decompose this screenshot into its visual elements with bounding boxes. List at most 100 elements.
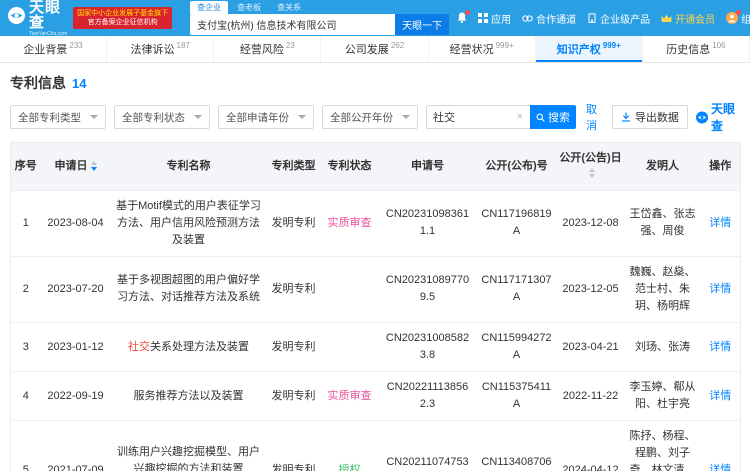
cell-publication-number: CN117196819A xyxy=(476,189,557,257)
crown-icon xyxy=(661,14,672,23)
chevron-down-icon xyxy=(402,115,410,119)
search-tab-2[interactable]: 查关系 xyxy=(270,1,308,14)
section-title: 专利信息 xyxy=(10,75,66,91)
tianyancha-logo[interactable]: 天眼查 TianYanCha.com xyxy=(8,0,67,37)
nav-tab-6[interactable]: 历史信息 106 xyxy=(643,36,750,62)
patent-name-part: 基于多视图超图的用户偏好学习方法、对话推荐方法及系统 xyxy=(117,274,260,304)
keyword-input[interactable] xyxy=(433,111,516,123)
column-header-label: 专利状态 xyxy=(327,159,372,172)
cell-publication-number: CN117171307A xyxy=(476,255,557,323)
download-icon xyxy=(621,112,630,122)
menu-item-3[interactable]: 企业级产品 xyxy=(587,11,650,26)
column-header-publication-date[interactable]: 公开(公告)日 xyxy=(556,142,625,191)
cancel-filter-button[interactable]: 取消 xyxy=(586,101,604,133)
nav-tab-count: 106 xyxy=(712,41,726,50)
search-tab-1[interactable]: 查老板 xyxy=(230,1,268,14)
menu-item-4[interactable]: 开通会员 xyxy=(661,11,715,26)
column-header-application-number: 申请号 xyxy=(378,142,477,191)
cell-index: 4 xyxy=(10,371,41,421)
column-header-apply-date[interactable]: 申请日 xyxy=(40,142,111,191)
filter-search-button[interactable]: 搜索 xyxy=(530,105,576,129)
chevron-down-icon xyxy=(90,115,98,119)
cell-patent-status: 实质审查 xyxy=(320,371,379,421)
menu-item-0[interactable] xyxy=(457,10,471,24)
logo-text: 天眼查 xyxy=(29,0,62,31)
table-row: 1 2023-08-04 基于Motif模式的用户表征学习方法、用户信用风险预测方法… xyxy=(10,189,741,257)
clear-icon[interactable]: × xyxy=(516,111,524,123)
nav-tab-1[interactable]: 法律诉讼 187 xyxy=(107,36,215,62)
filter-dropdown-value: 全部专利类型 xyxy=(18,111,81,124)
cell-inventors: 魏巍、赵燊、范士村、朱玥、杨明辉 xyxy=(624,255,701,323)
nav-tab-4[interactable]: 经营状况 999+ xyxy=(429,36,536,62)
magnifier-icon xyxy=(536,113,545,122)
filter-dropdowns: 全部专利类型 全部专利状态 全部申请年份 全部公开年份 xyxy=(10,105,418,129)
column-header-inventors: 发明人 xyxy=(624,142,701,191)
nav-tab-count: 187 xyxy=(176,41,190,50)
menu-item-2[interactable]: 合作通道 xyxy=(522,11,576,26)
filter-dropdown-1[interactable]: 全部专利状态 xyxy=(114,105,210,129)
patent-table-body: 1 2023-08-04 基于Motif模式的用户表征学习方法、用户信用风险预测方法… xyxy=(10,189,741,471)
nav-tab-label: 知识产权 xyxy=(556,44,601,56)
column-header-publication-number: 公开(公布)号 xyxy=(476,142,557,191)
patent-name-text: 训练用户兴趣挖掘模型、用户兴趣挖掘的方法和装置 xyxy=(115,444,263,471)
company-search-input[interactable] xyxy=(190,14,396,35)
sort-icon[interactable] xyxy=(589,168,595,179)
patent-name-text: 社交关系处理方法及装置 xyxy=(115,339,263,356)
cell-apply-date: 2023-08-04 xyxy=(40,189,111,257)
table-row: 4 2022-09-19 服务推荐方法以及装置 发明专利 实质审查 CN202211138… xyxy=(10,371,741,421)
cell-apply-date: 2022-09-19 xyxy=(40,371,111,421)
cell-patent-name: 社交关系处理方法及装置 xyxy=(110,322,267,372)
nav-tab-3[interactable]: 公司发展 262 xyxy=(321,36,429,62)
cell-application-number: CN202310983611.1 xyxy=(378,189,477,257)
filter-dropdown-value: 全部专利状态 xyxy=(122,111,185,124)
cell-patent-status: 实质审查 xyxy=(320,189,379,257)
chevron-down-icon xyxy=(298,115,306,119)
detail-link[interactable]: 详情 xyxy=(709,464,731,471)
table-row: 3 2023-01-12 社交关系处理方法及装置 发明专利 CN202310085823… xyxy=(10,322,741,372)
cell-patent-status xyxy=(320,322,379,372)
table-row: 2 2023-07-20 基于多视图超图的用户偏好学习方法、对话推荐方法及系统 发明专… xyxy=(10,255,741,323)
cell-patent-type: 发明专利 xyxy=(266,189,321,257)
cell-action: 详情 xyxy=(700,189,741,257)
filter-dropdown-0[interactable]: 全部专利类型 xyxy=(10,105,106,129)
nav-tab-5[interactable]: 知识产权 999+ xyxy=(535,36,643,62)
corner-brand-label: 天眼查 xyxy=(711,102,736,133)
menu-item-label: 组织 xyxy=(741,14,750,26)
nav-tab-0[interactable]: 企业背景 233 xyxy=(0,36,108,62)
patent-name-text: 基于多视图超图的用户偏好学习方法、对话推荐方法及系统 xyxy=(115,272,263,306)
highlighted-keyword: 社交 xyxy=(128,340,150,353)
header-search-area: 查企业查老板查关系 天眼一下 xyxy=(190,0,450,35)
patent-name-part: 服务推荐方法以及装置 xyxy=(133,389,244,402)
cell-patent-type: 发明专利 xyxy=(266,371,321,421)
corner-brand-logo: 天眼查 xyxy=(695,100,740,134)
cell-publication-date: 2023-04-21 xyxy=(556,322,625,372)
cell-patent-name: 训练用户兴趣挖掘模型、用户兴趣挖掘的方法和装置查看其他1条相关数据 > xyxy=(110,420,267,471)
nav-tab-2[interactable]: 经营风险 23 xyxy=(214,36,322,62)
cell-application-number: CN202310897709.5 xyxy=(378,255,477,323)
cell-publication-date: 2023-12-08 xyxy=(556,189,625,257)
nav-tab-label: 经营风险 xyxy=(239,44,284,56)
search-tab-0[interactable]: 查企业 xyxy=(190,0,229,14)
detail-link[interactable]: 详情 xyxy=(709,341,731,353)
menu-item-1[interactable]: 应用 xyxy=(478,11,511,26)
cell-publication-date: 2022-11-22 xyxy=(556,371,625,421)
cell-action: 详情 xyxy=(700,420,741,471)
cell-patent-name: 基于Motif模式的用户表征学习方法、用户信用风险预测方法及装置 xyxy=(110,189,267,257)
export-data-label: 导出数据 xyxy=(634,112,679,124)
filter-dropdown-value: 全部公开年份 xyxy=(330,111,393,124)
nav-tab-count: 23 xyxy=(285,41,295,50)
table-row: 52021-07-09训练用户兴趣挖掘模型、用户兴趣挖掘的方法和装置查看其他1条… xyxy=(10,420,741,471)
detail-link[interactable]: 详情 xyxy=(709,217,731,229)
detail-link[interactable]: 详情 xyxy=(709,390,731,402)
filter-dropdown-2[interactable]: 全部申请年份 xyxy=(218,105,314,129)
filter-dropdown-3[interactable]: 全部公开年份 xyxy=(322,105,418,129)
org-icon xyxy=(726,10,742,24)
detail-link[interactable]: 详情 xyxy=(709,283,731,295)
column-header-index: 序号 xyxy=(10,142,41,191)
menu-item-5[interactable]: 组织 xyxy=(726,10,750,26)
column-header-action: 操作 xyxy=(700,142,741,191)
column-header-label: 专利名称 xyxy=(166,159,211,172)
export-data-button[interactable]: 导出数据 xyxy=(611,105,688,129)
search-submit-button[interactable]: 天眼一下 xyxy=(395,14,450,35)
sort-icon[interactable] xyxy=(90,160,97,171)
